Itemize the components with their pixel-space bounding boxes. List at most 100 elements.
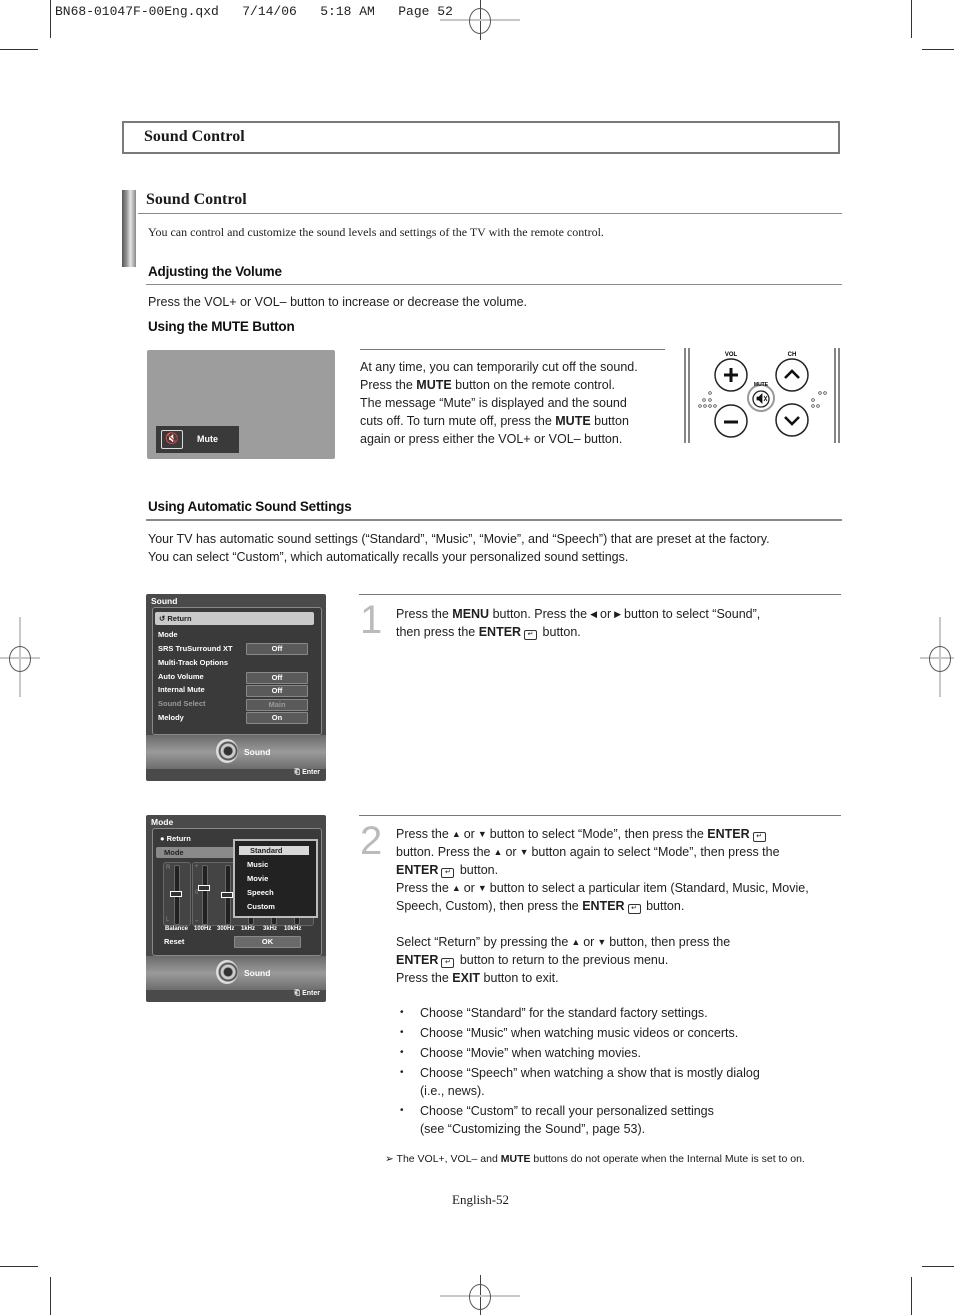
- left-arrow-icon: ◀: [590, 609, 597, 619]
- step-number: 1: [360, 598, 383, 642]
- volume-heading: Adjusting the Volume: [148, 264, 282, 279]
- volume-text: Press the VOL+ or VOL– button to increas…: [148, 295, 528, 309]
- mute-line: cuts off. To turn mute off, press the MU…: [360, 414, 629, 428]
- step1-text: Press the MENU button. Press the ◀ or ▶ butt…: [396, 607, 761, 640]
- mode-label: Mode: [164, 848, 184, 857]
- menu-value-auto-volume: Off: [246, 672, 308, 684]
- ch-down-button: [775, 403, 809, 437]
- mute-line: The message “Mute” is displayed and the …: [360, 396, 627, 410]
- eq-label: Balance: [165, 926, 189, 932]
- dropdown-option-speech[interactable]: Speech: [247, 888, 274, 897]
- slider-knob[interactable]: [170, 891, 182, 897]
- eq-label: 1kHz: [241, 926, 256, 932]
- menu-item-sound-select: Sound Select: [158, 699, 206, 708]
- enter-hint: ⎗ Enter: [294, 769, 320, 776]
- menu-return-item[interactable]: ↺ Return: [155, 612, 314, 625]
- remote-control-illustration: VOL CH MUTE: [683, 348, 843, 444]
- mode-menu-screen: Mode ● Return Mode R L + 0 – Standard Mu…: [146, 815, 326, 1002]
- down-arrow-icon: ▼: [477, 883, 487, 893]
- enter-icon: ↵: [441, 958, 455, 968]
- note-arrow-icon: ➢: [385, 1153, 397, 1165]
- enter-icon: ↵: [752, 832, 766, 842]
- menu-item-internal-mute[interactable]: Internal Mute: [158, 685, 205, 694]
- down-arrow-icon: ▼: [519, 847, 529, 857]
- menu-item-srs[interactable]: SRS TruSurround XT: [158, 644, 233, 653]
- enter-icon: ↵: [441, 868, 455, 878]
- menu-item-mode[interactable]: Mode: [158, 630, 178, 639]
- mute-label: MUTE: [754, 382, 769, 388]
- section-intro: You can control and customize the sound …: [148, 225, 604, 239]
- mute-line: Press the MUTE button on the remote cont…: [360, 378, 615, 392]
- registration-mark: [9, 646, 31, 672]
- mode-row-highlight[interactable]: Mode: [156, 847, 236, 858]
- mute-description: At any time, you can temporarily cut off…: [360, 358, 660, 448]
- crop-mark: [922, 49, 954, 50]
- menu-footer-label: Sound: [244, 747, 271, 757]
- menu-footer: Sound: [146, 735, 326, 769]
- slider-knob[interactable]: [198, 885, 210, 891]
- right-arrow-icon: ▶: [614, 609, 622, 619]
- menu-title: Sound: [151, 596, 178, 606]
- chapter-header: Sound Control: [122, 121, 840, 154]
- menu-value-melody: On: [246, 712, 308, 724]
- menu-item-auto-volume[interactable]: Auto Volume: [158, 672, 204, 681]
- up-arrow-icon: ▲: [451, 883, 461, 893]
- return-icon: ●: [160, 834, 167, 843]
- step-number: 2: [360, 819, 383, 863]
- menu-return-item[interactable]: ● Return: [160, 834, 191, 843]
- note: ➢ The VOL+, VOL– and MUTE buttons do not…: [385, 1153, 805, 1165]
- dropdown-option-standard[interactable]: Standard: [239, 846, 309, 855]
- dropdown-option-music[interactable]: Music: [247, 860, 268, 869]
- up-arrow-icon: ▲: [571, 937, 581, 947]
- mute-osd: 🔇 Mute: [156, 426, 239, 453]
- menu-value-sound-select: Main: [246, 699, 308, 711]
- return-icon: ↺: [159, 614, 168, 623]
- enter-icon: ↵: [524, 630, 538, 640]
- enter-icon: ⎗: [294, 769, 303, 776]
- ok-button[interactable]: OK: [234, 936, 301, 948]
- section-sidebar-bar: [122, 190, 136, 267]
- bullet-item: Choose “Movie” when watching movies.: [400, 1044, 840, 1062]
- mute-line: again or press either the VOL+ or VOL– b…: [360, 432, 623, 446]
- divider: [146, 519, 842, 521]
- mode-bullets: Choose “Standard” for the standard facto…: [400, 1004, 840, 1140]
- speaker-icon: [216, 960, 238, 984]
- menu-item-melody[interactable]: Melody: [158, 713, 184, 722]
- divider: [360, 349, 665, 350]
- reset-item[interactable]: Reset: [164, 937, 184, 946]
- auto-heading: Using Automatic Sound Settings: [148, 499, 352, 514]
- mute-heading: Using the MUTE Button: [148, 319, 295, 334]
- mode-dropdown[interactable]: Standard Music Movie Speech Custom: [233, 839, 318, 918]
- registration-mark: [929, 646, 951, 672]
- return-label: Return: [167, 614, 192, 623]
- divider: [138, 213, 842, 214]
- auto-line-1: Your TV has automatic sound settings (“S…: [148, 532, 770, 546]
- down-arrow-icon: ▼: [597, 937, 607, 947]
- menu-value-srs: Off: [246, 643, 308, 655]
- crop-mark: [50, 1277, 51, 1315]
- mute-osd-label: Mute: [197, 434, 218, 444]
- menu-item-multitrack[interactable]: Multi-Track Options: [158, 658, 228, 667]
- crop-mark: [0, 49, 38, 50]
- dropdown-option-movie[interactable]: Movie: [247, 874, 268, 883]
- speaker-icon: [216, 739, 238, 763]
- auto-line-2: You can select “Custom”, which automatic…: [148, 550, 629, 564]
- section-title: Sound Control: [146, 191, 247, 208]
- bullet-item: Choose “Standard” for the standard facto…: [400, 1004, 840, 1022]
- dropdown-option-custom[interactable]: Custom: [247, 902, 275, 911]
- crop-mark: [911, 1277, 912, 1315]
- slider-knob[interactable]: [221, 892, 233, 898]
- eq-slider-100hz[interactable]: [202, 865, 208, 925]
- mute-line: At any time, you can temporarily cut off…: [360, 360, 638, 374]
- divider: [359, 815, 841, 816]
- eq-label: 10kHz: [284, 926, 302, 932]
- menu-footer-label: Sound: [244, 968, 271, 978]
- page-number: English-52: [452, 1192, 510, 1207]
- eq-label: 100Hz: [194, 926, 212, 932]
- divider: [146, 284, 842, 285]
- crop-mark: [0, 1266, 38, 1267]
- menu-value-internal-mute: Off: [246, 685, 308, 697]
- enter-icon: ↵: [627, 904, 641, 914]
- crop-mark: [922, 1266, 954, 1267]
- bullet-item: Choose “Music” when watching music video…: [400, 1024, 840, 1042]
